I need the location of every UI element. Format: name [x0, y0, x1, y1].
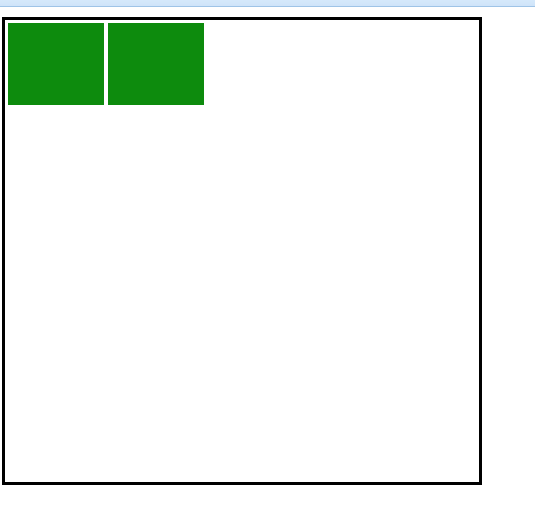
- square-1[interactable]: [7, 22, 105, 106]
- square-2[interactable]: [107, 22, 205, 106]
- content-area: [0, 7, 535, 485]
- window-toolbar-edge: [0, 0, 535, 7]
- drawing-canvas[interactable]: [2, 17, 482, 485]
